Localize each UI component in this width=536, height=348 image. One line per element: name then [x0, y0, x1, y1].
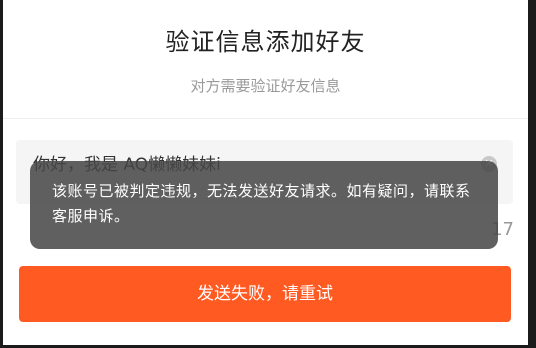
dialog-subtitle: 对方需要验证好友信息: [190, 77, 341, 95]
error-toast: 该账号已被判定违规，无法发送好友请求。如有疑问，请联系客服申诉。: [30, 161, 498, 249]
send-retry-button[interactable]: 发送失败，请重试: [19, 266, 511, 322]
screen: 验证信息添加好友 对方需要验证好友信息 ✕ 17 发送失败，请重试 该账号已被判…: [0, 0, 536, 348]
dialog-title: 验证信息添加好友: [165, 28, 366, 56]
divider: [3, 118, 528, 119]
